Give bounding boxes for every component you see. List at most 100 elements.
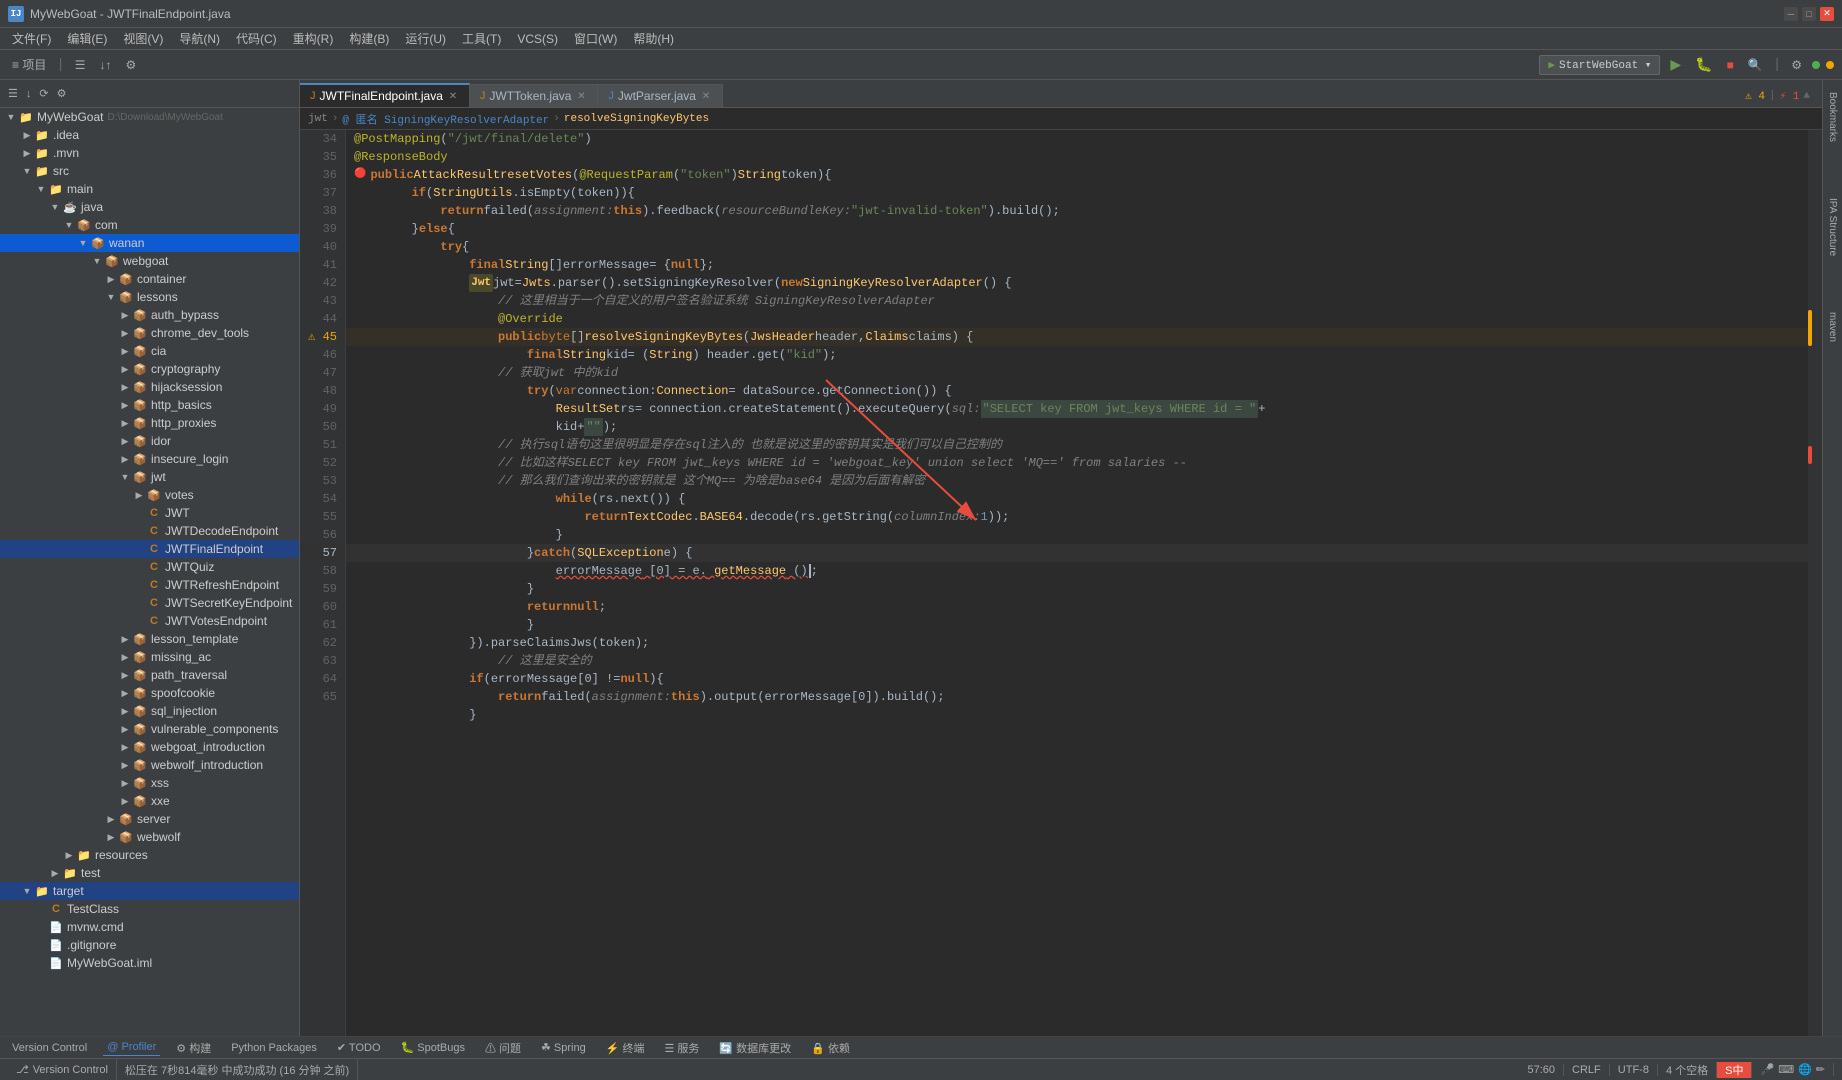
toolbar-extra-btn[interactable]: ⚙ xyxy=(1787,56,1806,74)
tree-item-lesson-template[interactable]: ▶ 📦 lesson_template xyxy=(0,630,299,648)
tab-jwt-final-endpoint[interactable]: J JWTFinalEndpoint.java ✕ xyxy=(300,83,470,107)
tree-item-target[interactable]: ▼ 📁 target xyxy=(0,882,299,900)
tree-item-sql-injection[interactable]: ▶ 📦 sql_injection xyxy=(0,702,299,720)
tree-item-xss[interactable]: ▶ 📦 xss xyxy=(0,774,299,792)
tree-item-mywebgoat[interactable]: ▼ 📁 MyWebGoat D:\Download\MyWebGoat xyxy=(0,108,299,126)
bottom-tab-deps[interactable]: 🔒 依赖 xyxy=(807,1038,854,1058)
menu-run[interactable]: 运行(U) xyxy=(397,28,454,49)
menu-navigate[interactable]: 导航(N) xyxy=(171,28,228,49)
tab-jwt-parser[interactable]: J JwtParser.java ✕ xyxy=(598,84,723,107)
tree-item-resources[interactable]: ▶ 📁 resources xyxy=(0,846,299,864)
tree-item-votes[interactable]: ▶ 📦 votes xyxy=(0,486,299,504)
tree-item-cryptography[interactable]: ▶ 📦 cryptography xyxy=(0,360,299,378)
status-crlf[interactable]: CRLF xyxy=(1564,1064,1610,1076)
tab-close-jwt-parser[interactable]: ✕ xyxy=(700,90,712,102)
status-memory[interactable]: 松压在 7秒814毫秒 中成功成功 (16 分钟 之前) xyxy=(117,1059,358,1080)
debug-button[interactable]: 🐛 xyxy=(1691,54,1716,75)
sidebar-btn-3[interactable]: ⟳ xyxy=(37,85,50,102)
minimize-button[interactable]: ─ xyxy=(1784,7,1798,21)
tree-item-testclass[interactable]: ▶ C TestClass xyxy=(0,900,299,918)
toolbar-btn-3[interactable]: ⚙ xyxy=(122,56,141,74)
tree-item-jwt-class[interactable]: ▶ C JWT xyxy=(0,504,299,522)
tree-item-webgoat[interactable]: ▼ 📦 webgoat xyxy=(0,252,299,270)
tree-item-http-basics[interactable]: ▶ 📦 http_basics xyxy=(0,396,299,414)
bottom-tab-services[interactable]: ☰ 服务 xyxy=(661,1038,704,1058)
bottom-tab-build[interactable]: ⚙ 构建 xyxy=(172,1038,215,1058)
status-vcs[interactable]: ⎇ Version Control xyxy=(8,1059,117,1080)
tab-close-jwt-final[interactable]: ✕ xyxy=(447,90,459,102)
tree-item-idea[interactable]: ▶ 📁 .idea xyxy=(0,126,299,144)
menu-build[interactable]: 构建(B) xyxy=(341,28,397,49)
bottom-tab-spring[interactable]: ☘ Spring xyxy=(537,1039,590,1056)
tree-item-jwt-refresh[interactable]: ▶ C JWTRefreshEndpoint xyxy=(0,576,299,594)
tree-item-webwolf-intro[interactable]: ▶ 📦 webwolf_introduction xyxy=(0,756,299,774)
toolbar-search-btn[interactable]: 🔍 xyxy=(1744,56,1767,74)
sidebar-btn-2[interactable]: ↓ xyxy=(24,86,34,102)
tree-item-jwt-final[interactable]: ▶ C JWTFinalEndpoint xyxy=(0,540,299,558)
menu-file[interactable]: 文件(F) xyxy=(4,28,59,49)
menu-help[interactable]: 帮助(H) xyxy=(625,28,682,49)
tree-item-xxe[interactable]: ▶ 📦 xxe xyxy=(0,792,299,810)
menu-code[interactable]: 代码(C) xyxy=(228,28,285,49)
tree-item-server[interactable]: ▶ 📦 server xyxy=(0,810,299,828)
bottom-tab-profiler[interactable]: @ Profiler xyxy=(103,1039,160,1056)
toolbar-btn-2[interactable]: ↓↑ xyxy=(96,56,116,74)
tree-item-path-traversal[interactable]: ▶ 📦 path_traversal xyxy=(0,666,299,684)
structure-tab[interactable]: IPA Structure xyxy=(1825,194,1840,260)
tree-item-wanan[interactable]: ▼ 📦 wanan xyxy=(0,234,299,252)
bottom-tab-spotbugs[interactable]: 🐛 SpotBugs xyxy=(397,1039,469,1056)
menu-vcs[interactable]: VCS(S) xyxy=(509,30,566,48)
menu-window[interactable]: 窗口(W) xyxy=(566,28,625,49)
close-button[interactable]: ✕ xyxy=(1820,7,1834,21)
tree-item-auth-bypass[interactable]: ▶ 📦 auth_bypass xyxy=(0,306,299,324)
bottom-tab-problems[interactable]: ⚠ 问题 xyxy=(481,1038,525,1058)
tree-item-container[interactable]: ▶ 📦 container xyxy=(0,270,299,288)
breadcrumb-item-resolve[interactable]: resolveSigningKeyBytes xyxy=(564,113,709,125)
bottom-tab-db-changes[interactable]: 🔄 数据库更改 xyxy=(715,1038,795,1058)
bottom-tab-todo[interactable]: ✔ TODO xyxy=(333,1039,385,1056)
tree-item-test[interactable]: ▶ 📁 test xyxy=(0,864,299,882)
tree-item-com[interactable]: ▼ 📦 com xyxy=(0,216,299,234)
tree-item-mvnw[interactable]: ▶ 📄 mvnw.cmd xyxy=(0,918,299,936)
tab-close-jwt-token[interactable]: ✕ xyxy=(575,90,587,102)
menu-tools[interactable]: 工具(T) xyxy=(454,28,509,49)
status-sougou[interactable]: S中 xyxy=(1717,1062,1752,1078)
sidebar-btn-1[interactable]: ☰ xyxy=(6,85,20,102)
run-button[interactable]: ▶ xyxy=(1666,54,1685,75)
tree-item-vulnerable-components[interactable]: ▶ 📦 vulnerable_components xyxy=(0,720,299,738)
menu-view[interactable]: 视图(V) xyxy=(115,28,171,49)
tree-item-mvn[interactable]: ▶ 📁 .mvn xyxy=(0,144,299,162)
tree-item-java[interactable]: ▼ ☕ java xyxy=(0,198,299,216)
run-config-selector[interactable]: ▶ StartWebGoat ▾ xyxy=(1539,55,1660,75)
toolbar-btn-1[interactable]: ☰ xyxy=(71,56,90,74)
tree-item-gitignore[interactable]: ▶ 📄 .gitignore xyxy=(0,936,299,954)
tree-item-jwt-quiz[interactable]: ▶ C JWTQuiz xyxy=(0,558,299,576)
bookmarks-tab[interactable]: Bookmarks xyxy=(1825,88,1840,146)
tree-item-lessons[interactable]: ▼ 📦 lessons xyxy=(0,288,299,306)
tree-item-jwt-secret[interactable]: ▶ C JWTSecretKeyEndpoint xyxy=(0,594,299,612)
maven-tab[interactable]: maven xyxy=(1825,308,1840,346)
code-content[interactable]: @PostMapping("/jwt/final/delete") @Respo… xyxy=(346,130,1808,1036)
tree-item-jwt-decode[interactable]: ▶ C JWTDecodeEndpoint xyxy=(0,522,299,540)
tree-item-main[interactable]: ▼ 📁 main xyxy=(0,180,299,198)
maximize-button[interactable]: □ xyxy=(1802,7,1816,21)
tree-item-webwolf[interactable]: ▶ 📦 webwolf xyxy=(0,828,299,846)
tree-item-webgoat-intro[interactable]: ▶ 📦 webgoat_introduction xyxy=(0,738,299,756)
tree-item-hijacksession[interactable]: ▶ 📦 hijacksession xyxy=(0,378,299,396)
project-tree[interactable]: ▼ 📁 MyWebGoat D:\Download\MyWebGoat ▶ 📁 … xyxy=(0,108,299,1036)
menu-refactor[interactable]: 重构(R) xyxy=(285,28,342,49)
bottom-tab-vcs[interactable]: Version Control xyxy=(8,1040,91,1056)
tree-item-idor[interactable]: ▶ 📦 idor xyxy=(0,432,299,450)
project-view-btn[interactable]: ≡ 项目 xyxy=(8,54,50,75)
menu-edit[interactable]: 编辑(E) xyxy=(59,28,115,49)
tree-item-jwt-votes[interactable]: ▶ C JWTVotesEndpoint xyxy=(0,612,299,630)
tree-item-http-proxies[interactable]: ▶ 📦 http_proxies xyxy=(0,414,299,432)
toolbar-stop-btn[interactable]: ■ xyxy=(1723,56,1738,74)
sidebar-btn-4[interactable]: ⚙ xyxy=(55,85,69,102)
breadcrumb-item-jwt[interactable]: jwt xyxy=(308,113,328,125)
tab-jwt-token[interactable]: J JWTToken.java ✕ xyxy=(470,84,599,107)
tree-item-iml[interactable]: ▶ 📄 MyWebGoat.iml xyxy=(0,954,299,972)
bottom-tab-python[interactable]: Python Packages xyxy=(227,1040,321,1056)
bottom-tab-terminal[interactable]: ⚡ 终端 xyxy=(602,1038,649,1058)
status-indent[interactable]: 4 个空格 xyxy=(1658,1062,1717,1078)
